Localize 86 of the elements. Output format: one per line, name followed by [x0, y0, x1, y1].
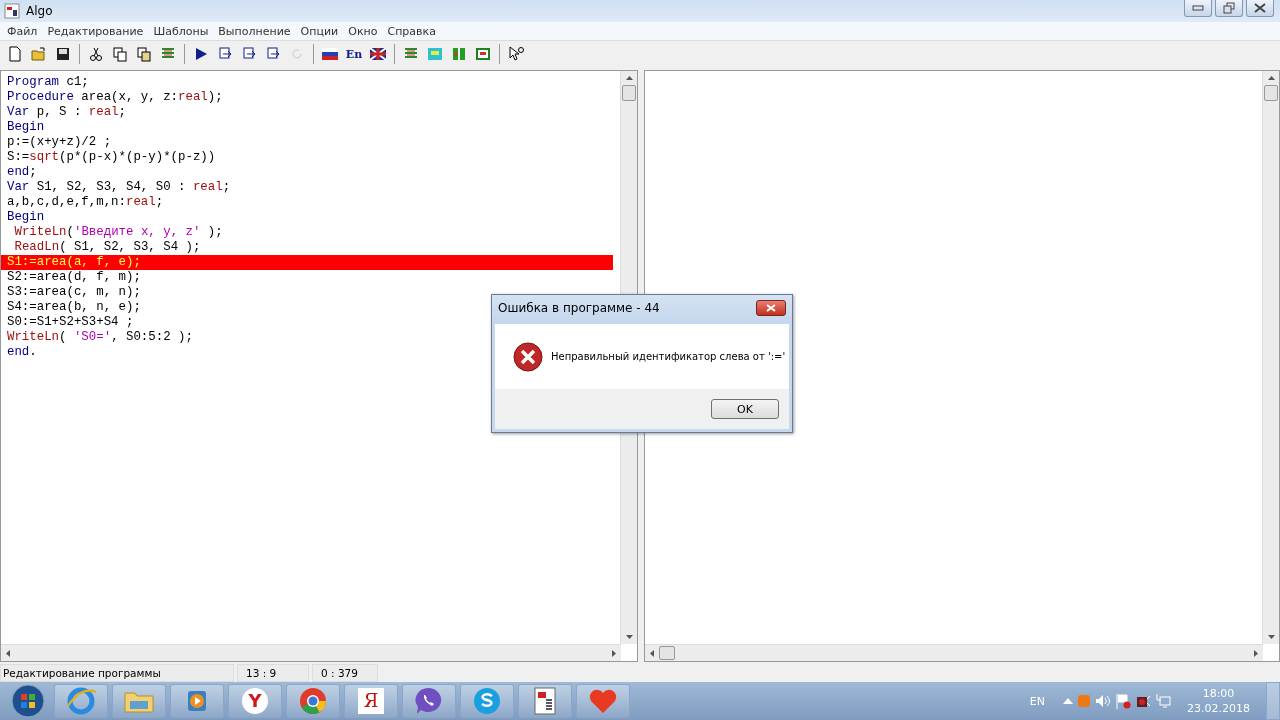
- arrow-down-icon[interactable]: [1267, 635, 1275, 639]
- code-line: WriteLn( 'S0=', S0:5:2 );: [6, 330, 193, 345]
- arrow-left-icon[interactable]: [6, 649, 10, 657]
- code-line: Program c1;: [6, 75, 89, 90]
- taskbar-app[interactable]: Я: [344, 684, 398, 718]
- code-line: Begin: [6, 120, 45, 135]
- code-line: Begin: [6, 210, 45, 225]
- code-line: S4:=area(b, n, e);: [6, 300, 141, 315]
- code-line: p:=(x+y+z)/2 ;: [6, 135, 112, 150]
- arrow-right-icon[interactable]: [612, 649, 616, 657]
- taskbar-app[interactable]: [286, 684, 340, 718]
- taskbar-app[interactable]: Y: [228, 684, 282, 718]
- triangle-up-icon[interactable]: [1063, 698, 1073, 704]
- code-line: WriteLn('Введите x, y, z' );: [13, 225, 223, 240]
- restore-button[interactable]: [1215, 0, 1243, 17]
- status-text: 0 : 379: [312, 664, 378, 682]
- close-button[interactable]: [756, 300, 786, 316]
- scroll-thumb[interactable]: [622, 85, 636, 101]
- minimize-icon: [1192, 5, 1204, 11]
- error-message: Неправильный идентификатор слева от ':=': [551, 351, 786, 362]
- code-line: ReadLn( S1, S2, S3, S4 );: [13, 240, 201, 255]
- menu-item[interactable]: Файл: [2, 24, 43, 38]
- minimize-button[interactable]: [1184, 0, 1212, 17]
- toolbar-icon: [241, 46, 257, 62]
- clock-time: 18:00: [1202, 686, 1235, 701]
- close-icon: [766, 304, 776, 312]
- menu-item[interactable]: Выполнение: [213, 24, 296, 38]
- code-line: end.: [6, 345, 37, 360]
- folder-icon: [31, 46, 47, 62]
- scroll-thumb[interactable]: [1264, 85, 1278, 101]
- code-line: S2:=area(d, f, m);: [6, 270, 141, 285]
- ok-button[interactable]: OK: [711, 399, 779, 419]
- toolbar-icon: [112, 46, 128, 62]
- play-icon: [193, 46, 209, 62]
- code-line: Var p, S : real;: [6, 105, 126, 120]
- menu-item[interactable]: Окно: [343, 24, 383, 38]
- toolbar-icon: [475, 46, 491, 62]
- horizontal-scrollbar[interactable]: [645, 644, 1263, 661]
- language-button[interactable]: En: [343, 43, 365, 65]
- code-line: S0:=S1+S2+S3+S4 ;: [6, 315, 134, 330]
- clock-date: 23.02.2018: [1187, 701, 1250, 716]
- status-text: Редактирование программы: [0, 664, 234, 682]
- code-line: S3:=area(c, m, n);: [6, 285, 141, 300]
- arrow-right-icon[interactable]: [1254, 649, 1258, 657]
- code-line: a,b,c,d,e,f,m,n:real;: [6, 195, 164, 210]
- scroll-thumb[interactable]: [659, 646, 675, 660]
- taskbar-app[interactable]: [460, 684, 514, 718]
- menu-item[interactable]: Редактирование: [42, 24, 149, 38]
- flag-icon[interactable]: [1115, 693, 1131, 709]
- toolbar-icon: [217, 46, 233, 62]
- toolbar-icon: [427, 46, 443, 62]
- windows-logo-icon: [11, 684, 45, 718]
- dialog-title: Ошибка в программе - 44: [498, 301, 660, 315]
- arrow-up-icon[interactable]: [625, 76, 633, 80]
- error-icon: [513, 341, 543, 372]
- arrow-down-icon[interactable]: [625, 635, 633, 639]
- taskbar-app[interactable]: [518, 684, 572, 718]
- toolbar-icon: [451, 46, 467, 62]
- menu-item[interactable]: Справка: [382, 24, 441, 38]
- menu-item[interactable]: Опции: [295, 24, 344, 38]
- pointer-question-icon: [508, 46, 524, 62]
- browser-e-icon: [64, 686, 98, 716]
- arrow-left-icon[interactable]: [650, 649, 654, 657]
- window-title: Algo: [26, 4, 53, 18]
- taskbar-app[interactable]: [402, 684, 456, 718]
- horizontal-scrollbar[interactable]: [1, 644, 621, 661]
- close-icon: [1254, 3, 1266, 13]
- code-line: end;: [6, 165, 37, 180]
- scissors-icon: [88, 46, 104, 62]
- toolbar-icon: [289, 46, 305, 62]
- vertical-scrollbar[interactable]: [1262, 71, 1279, 644]
- status-text: 13 : 9: [237, 664, 309, 682]
- page-icon: [7, 46, 23, 62]
- speaker-icon[interactable]: [1095, 694, 1111, 708]
- flag-icon: [370, 46, 386, 62]
- toolbar-icon: [265, 46, 281, 62]
- code-line: S:=sqrt(p*(p-x)*(p-y)*(p-z)): [6, 150, 216, 165]
- menu-item[interactable]: Шаблоны: [148, 24, 214, 38]
- code-line: Var S1, S2, S3, S4, S0 : real;: [6, 180, 231, 195]
- restore-icon: [1223, 2, 1235, 14]
- close-button[interactable]: [1246, 0, 1274, 17]
- arrow-up-icon[interactable]: [1267, 76, 1275, 80]
- toolbar-icon: [136, 46, 152, 62]
- flag-icon: [322, 46, 338, 62]
- app-icon: [4, 3, 20, 19]
- code-line: Procedure area(x, y, z:real);: [6, 90, 223, 105]
